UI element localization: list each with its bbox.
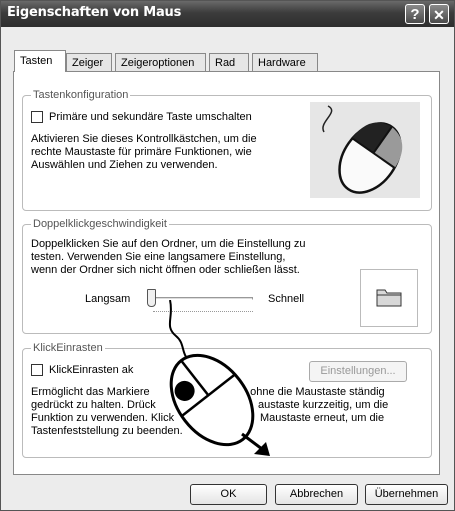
tab-panel-tasten: Tastenkonfiguration Primäre und sekundär… <box>13 71 440 475</box>
ok-button[interactable]: OK <box>190 484 267 505</box>
tab-zeigeroptionen[interactable]: Zeigeroptionen <box>115 53 206 71</box>
tab-tasten[interactable]: Tasten <box>14 50 66 72</box>
slow-label: Langsam <box>85 293 131 305</box>
button-config-desc-line3: Auswählen und Ziehen zu verwenden. <box>31 159 218 171</box>
tab-hardware[interactable]: Hardware <box>252 53 318 71</box>
apply-button[interactable]: Übernehmen <box>365 484 448 505</box>
mouse-illustration <box>310 102 420 198</box>
button-config-group: Tastenkonfiguration Primäre und sekundär… <box>22 89 432 211</box>
mouse-picture-icon <box>322 105 403 194</box>
click-lock-label: KlickEinrasten <box>31 342 105 354</box>
close-button[interactable]: ✕ <box>429 4 449 24</box>
button-config-label: Tastenkonfiguration <box>31 89 131 101</box>
click-lock-checkbox-label: KlickEinrasten ak <box>49 364 134 376</box>
cancel-button[interactable]: Abbrechen <box>275 484 358 505</box>
help-button[interactable]: ? <box>405 4 425 24</box>
click-lock-desc-2a: gedrückt zu halten. Drück <box>31 399 156 411</box>
folder-icon <box>376 289 402 307</box>
click-lock-desc-1a: Ermöglicht das Markiere <box>31 386 150 398</box>
tab-zeiger[interactable]: Zeiger <box>66 53 112 71</box>
tab-rad[interactable]: Rad <box>209 53 249 71</box>
click-lock-checkbox[interactable] <box>31 364 43 376</box>
double-click-desc-line2: testen. Verwenden Sie eine langsamere Ei… <box>31 251 286 263</box>
title-bar[interactable]: Eigenschaften von Maus ? ✕ <box>1 1 454 27</box>
click-lock-settings-button[interactable]: Einstellungen... <box>309 361 407 382</box>
window-title: Eigenschaften von Maus <box>7 5 182 20</box>
click-lock-mouse-overlay-icon <box>168 300 270 456</box>
button-config-desc-line1: Aktivieren Sie dieses Kontrollkästchen, … <box>31 133 257 145</box>
swap-buttons-label: Primäre und sekundäre Taste umschalten <box>49 111 252 123</box>
double-click-desc-line1: Doppelklicken Sie auf den Ordner, um die… <box>31 238 306 250</box>
mouse-properties-window: Eigenschaften von Maus ? ✕ Tasten Zeiger… <box>0 0 455 511</box>
button-config-desc-line2: rechte Maustaste für primäre Funktionen,… <box>31 146 252 158</box>
test-folder-area[interactable] <box>360 269 418 327</box>
double-click-label: Doppelklickgeschwindigkeit <box>31 218 169 230</box>
double-click-desc-line3: wenn der Ordner sich nicht öffnen oder s… <box>31 264 300 276</box>
swap-buttons-checkbox[interactable] <box>31 111 43 123</box>
